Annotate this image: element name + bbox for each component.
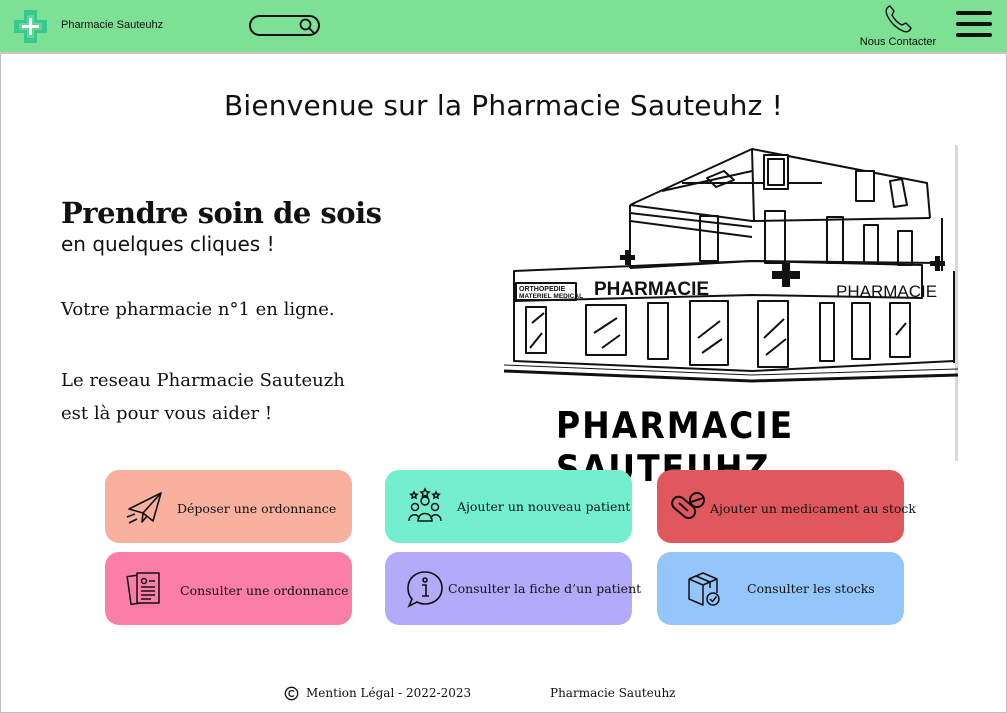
hero-subtitle: en quelques cliques ! (61, 232, 275, 256)
add-medication-button[interactable]: Ajouter un medicament au stock (657, 470, 916, 543)
phone-icon (885, 5, 912, 33)
card-label: Consulter la fiche d’un patient (448, 581, 642, 596)
sign-pharmacie-main: PHARMACIE (594, 279, 709, 300)
info-bubble-icon (407, 571, 443, 608)
sign-orthopedie: ORTHOPEDIE (519, 286, 566, 293)
paper-plane-icon (126, 492, 162, 524)
card-label: Ajouter un medicament au stock (710, 501, 916, 516)
submit-prescription-button[interactable]: Déposer une ordonnance (105, 470, 352, 543)
view-prescription-button[interactable]: Consulter une ordonnance (105, 552, 352, 625)
hero-tagline: Votre pharmacie n°1 en ligne. (61, 299, 335, 320)
add-patient-button[interactable]: Ajouter un nouveau patient (385, 470, 632, 543)
card-label: Consulter les stocks (747, 581, 875, 596)
contact-label: Nous Contacter (859, 36, 937, 48)
pharmacy-cross-icon[interactable] (12, 8, 49, 45)
brand-name[interactable]: Pharmacie Sauteuhz (61, 19, 163, 31)
footer-brand: Pharmacie Sauteuhz (550, 686, 676, 700)
hero-network-line-2: est là pour vous aider ! (61, 403, 273, 424)
search-icon[interactable] (299, 18, 315, 34)
pills-icon (671, 492, 705, 520)
card-label: Déposer une ordonnance (177, 501, 337, 516)
sign-pharmacie-side: PHARMACIE (836, 282, 937, 301)
hamburger-menu-icon[interactable] (956, 11, 992, 41)
box-check-icon (688, 572, 720, 606)
view-stock-button[interactable]: Consulter les stocks (657, 552, 904, 625)
sign-materiel-medical: MATERIEL MEDICAL (519, 293, 583, 300)
hero-network-line-1: Le reseau Pharmacie Sauteuzh (61, 370, 345, 391)
card-label: Consulter une ordonnance (180, 583, 349, 598)
legal-notice-link[interactable]: Mention Légal - 2022-2023 (306, 686, 471, 700)
top-navbar: Pharmacie Sauteuhz Nous Contacter (0, 0, 1007, 54)
hero-title: Prendre soin de sois (61, 196, 382, 230)
copyright-icon (284, 686, 299, 701)
page-title: Bienvenue sur la Pharmacie Sauteuhz ! (223, 89, 784, 122)
search-bar[interactable] (249, 15, 320, 36)
contact-link[interactable]: Nous Contacter (856, 3, 940, 53)
people-group-icon (408, 487, 442, 522)
prescription-document-icon (126, 572, 160, 606)
card-label: Ajouter un nouveau patient (457, 499, 631, 514)
view-patient-record-button[interactable]: Consulter la fiche d’un patient (385, 552, 641, 625)
